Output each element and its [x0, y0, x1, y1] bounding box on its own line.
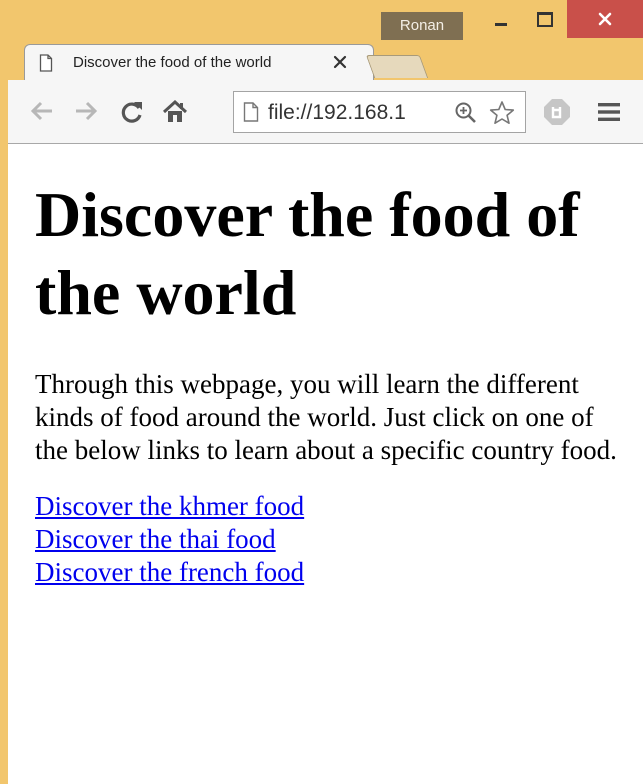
- maximize-button[interactable]: [523, 0, 567, 38]
- address-bar[interactable]: file://192.168.1: [233, 91, 526, 133]
- intro-paragraph: Through this webpage, you will learn the…: [35, 369, 617, 465]
- back-arrow-icon[interactable]: [30, 100, 54, 122]
- minimize-button[interactable]: [479, 0, 523, 38]
- profile-badge[interactable]: Ronan: [381, 12, 463, 40]
- tab-active[interactable]: Discover the food of the world: [24, 44, 374, 80]
- menu-icon[interactable]: [598, 103, 620, 121]
- thai-food-link[interactable]: Discover the thai food: [35, 523, 276, 556]
- zoom-icon[interactable]: [454, 101, 478, 125]
- page-viewport: Discover the food of the world Through t…: [8, 144, 643, 784]
- tab-title: Discover the food of the world: [73, 54, 272, 71]
- food-links: Discover the khmer food Discover the tha…: [35, 490, 635, 589]
- french-food-link[interactable]: Discover the french food: [35, 556, 304, 589]
- url-text[interactable]: file://192.168.1: [268, 101, 451, 125]
- page-content: Discover the food of the world Through t…: [35, 176, 635, 589]
- home-icon[interactable]: [162, 100, 188, 124]
- document-icon: [39, 54, 53, 72]
- adblock-icon[interactable]: [543, 98, 571, 126]
- browser-window: Ronan Discover the food of the world fil…: [0, 0, 643, 784]
- khmer-food-link[interactable]: Discover the khmer food: [35, 490, 304, 523]
- forward-arrow-icon[interactable]: [74, 100, 98, 122]
- page-title: Discover the food of the world: [35, 179, 580, 328]
- new-tab-button[interactable]: [365, 55, 429, 78]
- reload-icon[interactable]: [120, 100, 144, 124]
- tab-close-icon[interactable]: [333, 55, 347, 69]
- toolbar: file://192.168.1: [8, 80, 643, 144]
- star-icon[interactable]: [489, 100, 515, 126]
- page-info-icon[interactable]: [243, 102, 259, 122]
- title-bar[interactable]: Ronan: [0, 0, 643, 44]
- close-window-button[interactable]: [567, 0, 643, 38]
- close-icon: [598, 12, 612, 26]
